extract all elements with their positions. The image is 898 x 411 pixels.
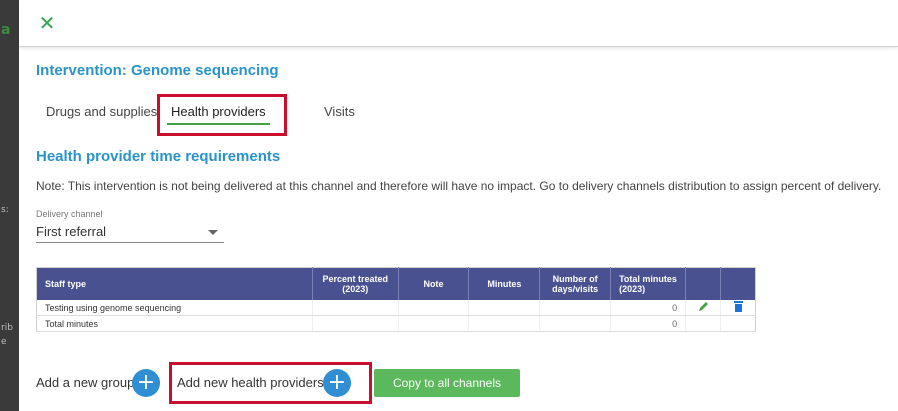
header-edit [685,267,722,300]
health-provider-table: Staff type Percent treated (2023) Note M… [36,267,756,332]
header-delete [720,267,756,300]
table-row: Total minutes 0 [36,315,756,332]
close-icon[interactable]: ✕ [37,13,57,33]
add-group-button[interactable]: + [132,369,160,397]
add-providers-label[interactable]: Add new health providers [177,375,324,390]
days-cell[interactable] [539,300,612,316]
caret-down-icon [208,230,218,235]
background-fragment: rib [1,323,13,333]
header-percent-treated: Percent treated (2023) [312,267,399,300]
header-staff-type: Staff type [36,267,313,300]
section-title: Health provider time requirements [36,148,281,165]
copy-to-all-channels-button[interactable]: Copy to all channels [374,369,520,397]
percent-cell [312,315,399,332]
staff-type-cell: Total minutes [36,315,313,332]
header-days-visits: Number of days/visits [539,267,612,300]
note-cell[interactable] [398,300,470,316]
header-total-minutes: Total minutes (2023) [610,267,687,300]
delivery-channel-value: First referral [36,224,107,239]
delivery-channel-label: Delivery channel [36,209,103,219]
minutes-cell [468,315,541,332]
background-window-strip: a s: rib e [0,0,19,411]
minutes-cell[interactable] [468,300,541,316]
delete-cell [720,315,756,332]
page-title: Intervention: Genome sequencing [36,62,279,79]
total-minutes-cell: 0 [610,300,687,316]
pencil-icon[interactable] [697,300,710,315]
percent-cell[interactable] [312,300,399,316]
add-providers-button[interactable]: + [323,369,351,397]
background-fragment: e [1,337,7,347]
days-cell [539,315,612,332]
background-fragment: a [1,22,11,38]
tab-drugs-and-supplies[interactable]: Drugs and supplies [36,96,167,127]
delivery-channel-select[interactable]: First referral [36,224,224,243]
edit-cell [685,315,722,332]
total-minutes-cell: 0 [610,315,687,332]
header-minutes: Minutes [468,267,541,300]
staff-type-cell: Testing using genome sequencing [36,300,313,316]
top-bar: ✕ [19,0,898,47]
tab-visits[interactable]: Visits [314,96,365,127]
background-fragment: s: [1,205,9,215]
add-group-label[interactable]: Add a new group [36,375,134,390]
channel-note: Note: This intervention is not being del… [36,179,882,193]
edit-cell [685,300,722,316]
note-cell [398,315,470,332]
delete-cell [720,300,756,316]
header-note: Note [398,267,470,300]
trash-icon[interactable] [733,300,744,315]
table-row: Testing using genome sequencing 0 [36,300,756,316]
table-header-row: Staff type Percent treated (2023) Note M… [36,267,756,300]
tab-health-providers[interactable]: Health providers [161,96,276,127]
